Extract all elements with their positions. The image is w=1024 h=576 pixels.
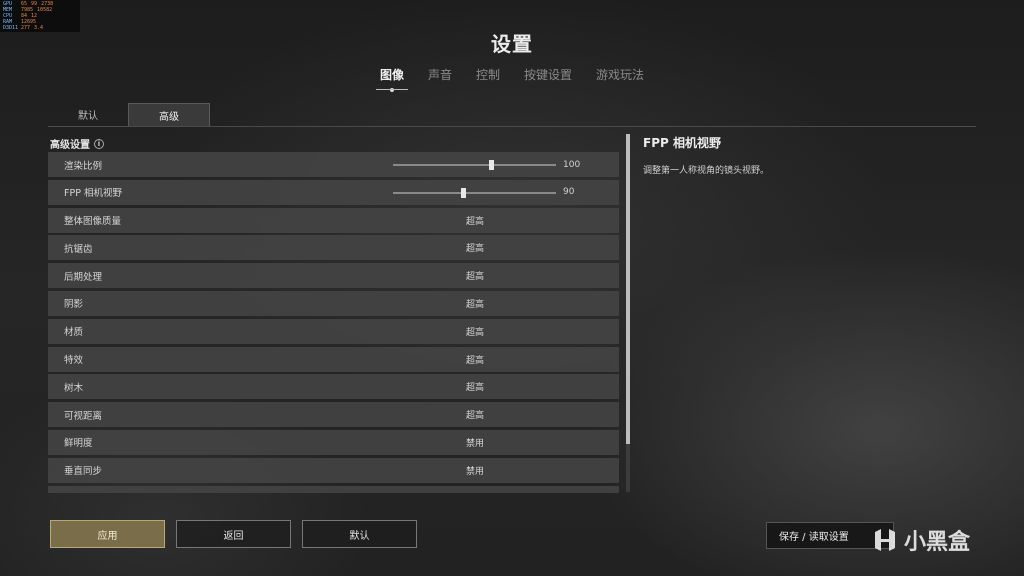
slider-value: 90 (563, 187, 575, 198)
scrollbar-thumb[interactable] (626, 134, 630, 444)
tab-keybindings[interactable]: 按键设置 (512, 64, 584, 85)
setting-label: 树木 (64, 382, 84, 394)
scrollbar[interactable] (626, 134, 630, 492)
sub-tabs: 默认 高级 (48, 103, 210, 127)
setting-value[interactable]: 禁用 (460, 464, 490, 477)
setting-row[interactable] (48, 485, 619, 493)
slider-thumb[interactable] (461, 187, 467, 198)
setting-label: 材质 (64, 327, 84, 339)
back-button[interactable]: 返回 (176, 520, 291, 548)
setting-value[interactable]: 超高 (460, 214, 490, 227)
tab-graphics[interactable]: 图像 (368, 64, 416, 92)
tab-control[interactable]: 控制 (464, 64, 512, 85)
heybox-logo-icon (875, 529, 895, 551)
description-title: FPP 相机视野 (643, 136, 721, 150)
setting-row[interactable]: 阴影 超高 (48, 290, 619, 316)
setting-label: 渲染比例 (64, 160, 103, 172)
setting-value[interactable]: 超高 (460, 241, 490, 254)
setting-label: 抗锯齿 (64, 243, 93, 255)
overlay-cell: 10582 (37, 7, 53, 13)
section-title: 高级设置 i (50, 136, 104, 151)
setting-row[interactable]: 特效 超高 (48, 346, 619, 372)
apply-button[interactable]: 应用 (50, 520, 165, 548)
setting-row[interactable]: 整体图像质量 超高 (48, 207, 619, 233)
setting-row[interactable]: 鲜明度 禁用 (48, 429, 619, 455)
setting-label: 垂直同步 (64, 466, 103, 478)
watermark-text: 小黑盒 (904, 530, 971, 555)
description-text: 调整第一人称视角的镜头视野。 (643, 166, 770, 176)
slider-value: 100 (563, 159, 581, 170)
tab-divider (48, 126, 976, 127)
main-tabs: 图像 声音 控制 按键设置 游戏玩法 (0, 64, 1024, 92)
tab-gameplay[interactable]: 游戏玩法 (584, 64, 656, 85)
slider-track[interactable] (393, 187, 556, 198)
setting-row[interactable]: 材质 超高 (48, 318, 619, 344)
setting-value[interactable]: 超高 (460, 380, 490, 393)
setting-value[interactable]: 禁用 (460, 436, 490, 449)
section-title-text: 高级设置 (50, 140, 90, 151)
setting-row[interactable]: 垂直同步 禁用 (48, 457, 619, 483)
setting-value[interactable]: 超高 (460, 269, 490, 282)
setting-label: 后期处理 (64, 271, 103, 283)
setting-value[interactable]: 超高 (460, 353, 490, 366)
setting-label: 阴影 (64, 299, 84, 311)
page-title: 设置 (491, 32, 533, 56)
setting-label: 鲜明度 (64, 438, 93, 450)
subtab-default[interactable]: 默认 (48, 103, 128, 126)
setting-label: 可视距离 (64, 410, 103, 422)
setting-row[interactable]: 后期处理 超高 (48, 263, 619, 289)
subtab-advanced[interactable]: 高级 (128, 103, 210, 127)
slider-track[interactable] (393, 160, 556, 170)
setting-row[interactable]: 树木 超高 (48, 374, 619, 400)
setting-label: 整体图像质量 (64, 216, 122, 228)
setting-value[interactable]: 超高 (460, 325, 490, 338)
setting-label: FPP 相机视野 (64, 188, 122, 200)
watermark: 小黑盒 (872, 524, 970, 556)
setting-row[interactable]: 可视距离 超高 (48, 402, 619, 428)
slider-thumb[interactable] (488, 160, 494, 170)
tab-sound[interactable]: 声音 (416, 64, 464, 85)
setting-row[interactable]: FPP 相机视野 90 (48, 179, 619, 205)
setting-row[interactable]: 渲染比例 100 (48, 152, 619, 177)
setting-row[interactable]: 抗锯齿 超高 (48, 235, 619, 261)
setting-label: 特效 (64, 355, 84, 367)
setting-value[interactable]: 超高 (460, 297, 490, 310)
setting-value[interactable]: 超高 (460, 408, 490, 421)
default-button[interactable]: 默认 (302, 520, 417, 548)
info-icon[interactable]: i (94, 138, 104, 149)
settings-list: 渲染比例 100 FPP 相机视野 90 整体图像质量 超高 抗锯齿 超高 后期处理 超高 阴影 超高… (48, 152, 619, 493)
